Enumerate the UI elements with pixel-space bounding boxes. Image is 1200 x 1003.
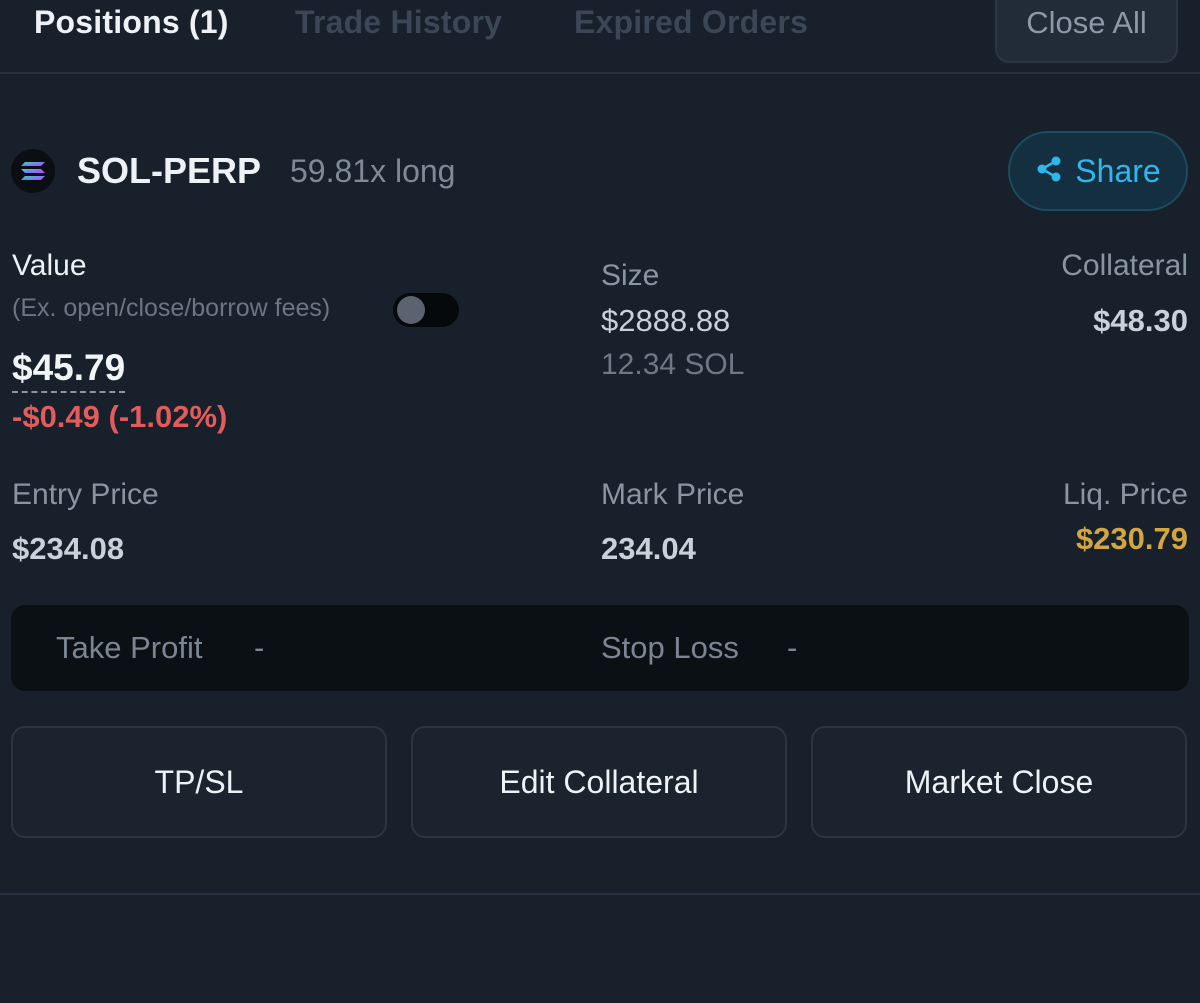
size-label: Size bbox=[601, 259, 660, 292]
solana-logo-icon bbox=[11, 149, 55, 193]
collateral-label: Collateral bbox=[1061, 249, 1188, 282]
take-profit-value: - bbox=[254, 630, 265, 665]
share-icon bbox=[1035, 155, 1063, 188]
tab-expired-orders[interactable]: Expired Orders bbox=[574, 4, 808, 41]
collateral-value: $48.30 bbox=[1093, 303, 1188, 338]
mark-price-value: 234.04 bbox=[601, 531, 696, 566]
fees-note: (Ex. open/close/borrow fees) bbox=[12, 294, 331, 322]
close-all-button[interactable]: Close All bbox=[995, 0, 1178, 63]
size-usd: $2888.88 bbox=[601, 303, 731, 338]
edit-collateral-button[interactable]: Edit Collateral bbox=[411, 726, 787, 838]
entry-price-label: Entry Price bbox=[12, 478, 159, 511]
tab-trade-history[interactable]: Trade History bbox=[295, 4, 502, 41]
tpsl-button[interactable]: TP/SL bbox=[11, 726, 387, 838]
positions-panel: Positions (1) Trade History Expired Orde… bbox=[0, 0, 1200, 1003]
market-close-label: Market Close bbox=[904, 763, 1094, 800]
stop-loss-value: - bbox=[787, 630, 798, 665]
size-token: 12.34 SOL bbox=[601, 348, 745, 381]
leverage-label: 59.81x long bbox=[290, 153, 456, 189]
pnl-value: -$0.49 (-1.02%) bbox=[12, 399, 228, 434]
tab-bar: Positions (1) Trade History Expired Orde… bbox=[0, 0, 1200, 74]
share-label: Share bbox=[1075, 152, 1161, 189]
market-close-button[interactable]: Market Close bbox=[811, 726, 1187, 838]
liq-price-value: $230.79 bbox=[1075, 521, 1188, 556]
tab-positions[interactable]: Positions (1) bbox=[34, 4, 229, 41]
close-all-label: Close All bbox=[1026, 5, 1147, 40]
stop-loss-label: Stop Loss bbox=[601, 630, 739, 665]
position-value[interactable]: $45.79 bbox=[12, 347, 126, 393]
value-label: Value bbox=[12, 249, 87, 282]
liq-price-label: Liq. Price bbox=[1062, 478, 1188, 511]
fees-toggle-knob bbox=[397, 296, 425, 324]
section-divider bbox=[0, 893, 1200, 895]
fees-toggle[interactable] bbox=[393, 293, 459, 327]
take-profit-label: Take Profit bbox=[56, 630, 203, 665]
market-name: SOL-PERP bbox=[77, 150, 262, 191]
mark-price-label: Mark Price bbox=[601, 478, 745, 511]
edit-collateral-label: Edit Collateral bbox=[499, 763, 699, 800]
tpsl-button-label: TP/SL bbox=[154, 763, 244, 800]
share-button[interactable]: Share bbox=[1008, 131, 1188, 211]
entry-price-value: $234.08 bbox=[12, 531, 125, 566]
